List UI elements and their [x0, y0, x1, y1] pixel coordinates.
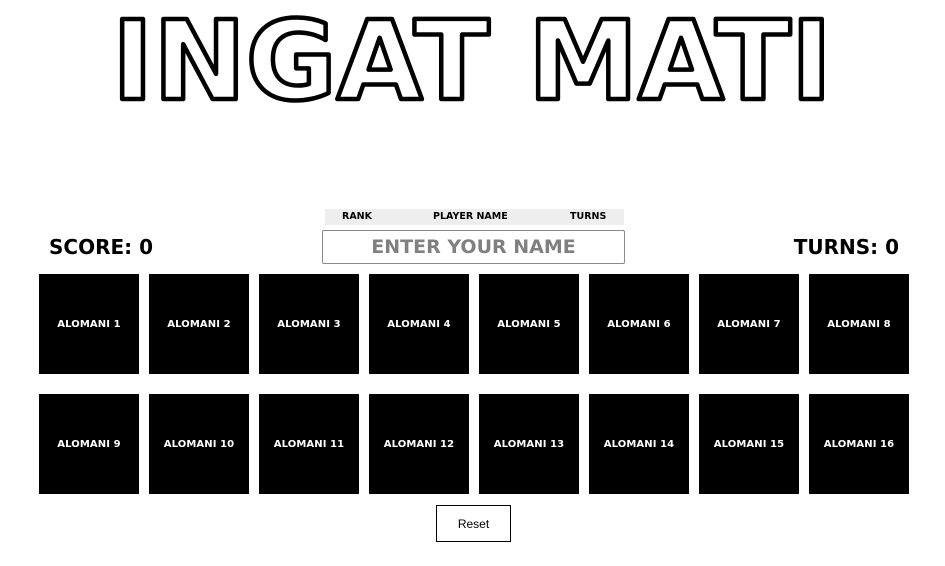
card-3[interactable]: Alomani 3 [259, 274, 359, 374]
card-4[interactable]: Alomani 4 [369, 274, 469, 374]
card-9[interactable]: Alomani 9 [39, 394, 139, 494]
card-5[interactable]: Alomani 5 [479, 274, 579, 374]
card-16[interactable]: Alomani 16 [809, 394, 909, 494]
turns-label: Turns: 0 [793, 235, 899, 259]
card-15[interactable]: Alomani 15 [699, 394, 799, 494]
card-12[interactable]: Alomani 12 [369, 394, 469, 494]
player-name-input[interactable] [322, 230, 625, 264]
card-8[interactable]: Alomani 8 [809, 274, 909, 374]
card-2[interactable]: Alomani 2 [149, 274, 249, 374]
card-11[interactable]: Alomani 11 [259, 394, 359, 494]
leaderboard-rank-header: Rank [342, 211, 372, 222]
card-7[interactable]: Alomani 7 [699, 274, 799, 374]
leaderboard-player-name-header: Player Name [433, 211, 508, 222]
game-title-text: INGAT MATI [112, 2, 832, 122]
card-6[interactable]: Alomani 6 [589, 274, 689, 374]
card-1[interactable]: Alomani 1 [39, 274, 139, 374]
card-14[interactable]: Alomani 14 [589, 394, 689, 494]
leaderboard-turns-header: Turns [570, 211, 607, 222]
game-title: INGAT MATI [0, 0, 945, 127]
score-label: Score: 0 [49, 235, 154, 259]
card-13[interactable]: Alomani 13 [479, 394, 579, 494]
reset-button[interactable]: Reset [436, 505, 511, 542]
card-10[interactable]: Alomani 10 [149, 394, 249, 494]
card-grid: Alomani 1 Alomani 2 Alomani 3 Alomani 4 … [39, 274, 909, 494]
leaderboard-header: Rank Player Name Turns [325, 209, 624, 225]
